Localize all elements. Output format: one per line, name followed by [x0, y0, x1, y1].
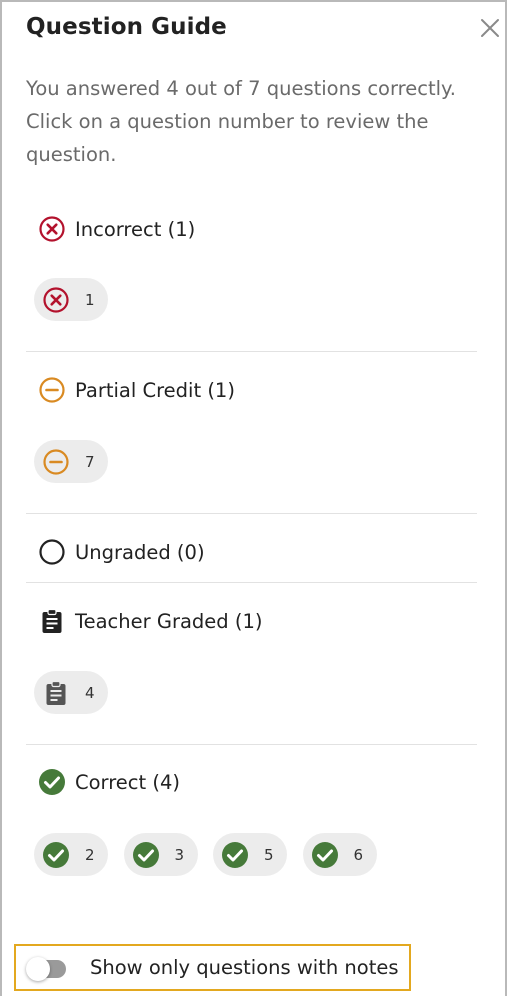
- correct-question-list: 2 3 5 6: [34, 833, 392, 876]
- question-number: 3: [174, 845, 185, 864]
- partial-question-list: 7: [34, 440, 124, 483]
- check-circle-icon: [132, 841, 160, 869]
- check-circle-icon: [221, 841, 249, 869]
- notes-filter-toggle-row[interactable]: Show only questions with notes: [14, 944, 411, 991]
- toggle-knob: [26, 956, 50, 981]
- incorrect-question-list: 1: [34, 278, 124, 321]
- question-pill-1[interactable]: 1: [34, 278, 108, 321]
- question-number: 2: [85, 845, 95, 864]
- check-circle-icon: [42, 841, 70, 869]
- teacher-question-list: 4: [34, 671, 124, 714]
- divider: [26, 513, 477, 514]
- summary-text: You answered 4 out of 7 questions correc…: [26, 77, 456, 166]
- section-incorrect-label: Incorrect (1): [75, 217, 196, 241]
- section-teacher-heading: Teacher Graded (1): [38, 606, 263, 636]
- empty-circle-icon: [38, 538, 66, 566]
- section-correct-label: Correct (4): [75, 770, 180, 794]
- clipboard-icon: [42, 679, 70, 707]
- question-pill-3[interactable]: 3: [123, 833, 198, 876]
- check-circle-icon: [311, 841, 339, 869]
- divider: [26, 582, 477, 583]
- minus-circle-icon: [38, 376, 66, 404]
- question-number: 4: [85, 683, 95, 702]
- minus-circle-icon: [42, 448, 70, 476]
- x-circle-icon: [42, 286, 70, 314]
- question-number: 7: [85, 452, 95, 471]
- question-pill-6[interactable]: 6: [302, 833, 377, 876]
- panel-title: Question Guide: [26, 14, 227, 40]
- question-pill-5[interactable]: 5: [213, 833, 287, 876]
- divider: [26, 744, 477, 745]
- x-circle-icon: [38, 215, 66, 243]
- question-number: 6: [353, 845, 364, 864]
- close-icon: [481, 19, 499, 37]
- check-circle-icon: [38, 768, 66, 796]
- divider: [26, 351, 477, 352]
- question-number: 5: [264, 845, 274, 864]
- section-ungraded-label: Ungraded (0): [75, 540, 205, 564]
- question-pill-7[interactable]: 7: [34, 440, 108, 483]
- question-pill-4[interactable]: 4: [34, 671, 108, 714]
- section-ungraded-heading: Ungraded (0): [38, 537, 205, 567]
- clipboard-icon: [38, 607, 66, 635]
- section-incorrect-heading: Incorrect (1): [38, 214, 195, 244]
- section-teacher-label: Teacher Graded (1): [75, 609, 263, 633]
- section-partial-heading: Partial Credit (1): [38, 375, 235, 405]
- notes-filter-toggle[interactable]: [26, 956, 66, 981]
- close-button[interactable]: [476, 14, 504, 42]
- section-correct-heading: Correct (4): [38, 767, 180, 797]
- notes-filter-label: Show only questions with notes: [90, 956, 399, 979]
- question-guide-panel: Question Guide You answered 4 out of 7 q…: [0, 0, 507, 996]
- section-partial-label: Partial Credit (1): [75, 378, 235, 402]
- question-number: 1: [85, 290, 95, 309]
- question-pill-2[interactable]: 2: [34, 833, 108, 876]
